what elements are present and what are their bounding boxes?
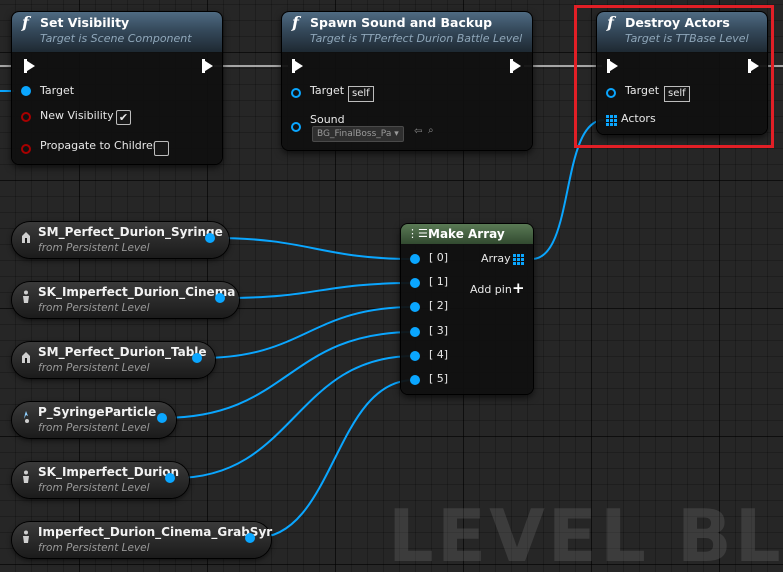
skeletal-mesh-actor-icon xyxy=(23,290,29,303)
array-to-actors-wire xyxy=(531,119,605,260)
actor-name: SM_Perfect_Durion_Table xyxy=(38,345,207,359)
ref-wire-4 xyxy=(174,355,415,479)
exec-in-pin[interactable] xyxy=(24,59,35,73)
actor-source-level: from Persistent Level xyxy=(38,422,150,434)
actor-source-level: from Persistent Level xyxy=(38,542,150,554)
actor-name: SM_Perfect_Durion_Syringe xyxy=(38,225,223,239)
propagate-checkbox[interactable] xyxy=(154,141,169,156)
node-title: Make Array xyxy=(428,227,505,241)
array-element-pin[interactable] xyxy=(410,278,420,288)
actor-source-level: from Persistent Level xyxy=(38,302,150,314)
actor-source-level: from Persistent Level xyxy=(38,242,150,254)
node-subtitle: Target is TTBase Level xyxy=(625,32,749,45)
node-title: Destroy Actors xyxy=(625,15,730,30)
actor-name: P_SyringeParticle xyxy=(38,405,157,419)
array-element-pin[interactable] xyxy=(410,327,420,337)
exec-in-pin[interactable] xyxy=(292,59,303,73)
ref-wire-0 xyxy=(213,237,415,260)
skeletal-mesh-actor-icon xyxy=(23,470,29,483)
sound-pin-label: Sound xyxy=(310,113,345,126)
array-element-pin[interactable] xyxy=(410,254,420,264)
actor-output-pin[interactable] xyxy=(165,473,175,483)
static-mesh-actor-icon xyxy=(22,232,30,243)
particle-actor-icon xyxy=(24,411,29,423)
node-subtitle: Target is TTPerfect Durion Battle Level xyxy=(310,32,523,45)
ref-wire-2 xyxy=(200,306,415,359)
actor-reference-node[interactable]: P_SyringeParticle from Persistent Level xyxy=(12,402,176,438)
array-element-pin[interactable] xyxy=(410,351,420,361)
new-visibility-label: New Visibility xyxy=(40,109,114,122)
actor-reference-node[interactable]: SM_Perfect_Durion_Syringe from Persisten… xyxy=(12,222,229,258)
target-pin[interactable] xyxy=(291,88,301,98)
array-output-pin[interactable] xyxy=(513,254,524,265)
array-element-pin[interactable] xyxy=(410,302,420,312)
actors-array-pin[interactable] xyxy=(606,115,617,126)
propagate-label: Propagate to Children xyxy=(40,139,160,152)
skeletal-mesh-actor-icon xyxy=(23,530,29,543)
actor-source-level: from Persistent Level xyxy=(38,482,150,494)
ref-wire-5 xyxy=(254,379,415,539)
array-element-label: [ 3] xyxy=(429,324,449,337)
sound-asset-dropdown[interactable]: BG_FinalBoss_Pa ▾ xyxy=(312,126,404,142)
destroy-actors-node[interactable]: f Destroy Actors Target is TTBase Level … xyxy=(597,12,767,134)
array-element-pin[interactable] xyxy=(410,375,420,385)
blueprint-graph-canvas[interactable]: LEVEL BLUEPRINT f Set Visibility Target … xyxy=(0,0,783,572)
array-element-label: [ 0] xyxy=(429,251,449,264)
actor-output-pin[interactable] xyxy=(192,353,202,363)
propagate-pin[interactable] xyxy=(21,144,31,154)
new-visibility-pin[interactable] xyxy=(21,112,31,122)
exec-out-pin[interactable] xyxy=(510,59,521,73)
ref-wire-1 xyxy=(223,282,415,299)
make-array-node[interactable]: ⋮☰ Make Array [ 0] [ 1] [ 2] [ 3] [ 4] [… xyxy=(401,224,533,394)
browse-asset-icon[interactable]: ⌕ xyxy=(428,125,434,136)
array-element-label: [ 1] xyxy=(429,275,449,288)
target-self-field[interactable]: self xyxy=(348,86,374,102)
array-output-label: Array xyxy=(481,252,511,265)
actor-name: SK_Imperfect_Durion xyxy=(38,465,180,479)
exec-out-pin[interactable] xyxy=(748,59,759,73)
actor-reference-node[interactable]: SK_Imperfect_Durion from Persistent Leve… xyxy=(12,462,189,498)
target-pin[interactable] xyxy=(606,88,616,98)
actor-reference-node[interactable]: SM_Perfect_Durion_Table from Persistent … xyxy=(12,342,215,378)
actors-pin-label: Actors xyxy=(621,112,656,125)
function-icon: f xyxy=(607,13,614,32)
actor-name: Imperfect_Durion_Cinema_GrabSyr xyxy=(38,525,273,539)
function-icon: f xyxy=(292,13,299,32)
exec-in-pin[interactable] xyxy=(607,59,618,73)
actor-reference-node[interactable]: Imperfect_Durion_Cinema_GrabSyr from Per… xyxy=(12,522,273,558)
actor-reference-node[interactable]: SK_Imperfect_Durion_Cinema from Persiste… xyxy=(12,282,239,318)
actor-output-pin[interactable] xyxy=(245,533,255,543)
target-pin-label: Target xyxy=(40,84,75,97)
sound-asset-value: BG_FinalBoss_Pa xyxy=(317,129,392,139)
target-self-field[interactable]: self xyxy=(664,86,690,102)
node-title: Set Visibility xyxy=(40,15,130,30)
static-mesh-actor-icon xyxy=(22,352,30,363)
add-pin-label: Add pin xyxy=(470,283,512,296)
spawn-sound-node[interactable]: f Spawn Sound and Backup Target is TTPer… xyxy=(282,12,532,150)
actor-output-pin[interactable] xyxy=(215,293,225,303)
add-pin-button[interactable]: + xyxy=(512,279,525,297)
make-array-icon: ⋮☰ xyxy=(407,227,428,240)
chevron-down-icon: ▾ xyxy=(394,129,399,139)
array-element-label: [ 4] xyxy=(429,348,449,361)
node-title: Spawn Sound and Backup xyxy=(310,15,493,30)
exec-out-pin[interactable] xyxy=(202,59,213,73)
new-visibility-checkbox[interactable]: ✔ xyxy=(116,110,131,125)
array-element-label: [ 5] xyxy=(429,372,449,385)
target-pin-label: Target xyxy=(310,84,345,97)
target-pin-label: Target xyxy=(625,84,660,97)
actor-name: SK_Imperfect_Durion_Cinema xyxy=(38,285,236,299)
use-selected-asset-icon[interactable]: ⇦ xyxy=(414,126,422,137)
node-subtitle: Target is Scene Component xyxy=(40,32,192,45)
set-visibility-node[interactable]: f Set Visibility Target is Scene Compone… xyxy=(12,12,222,164)
sound-pin[interactable] xyxy=(291,122,301,132)
function-icon: f xyxy=(22,13,29,32)
array-element-label: [ 2] xyxy=(429,299,449,312)
target-pin[interactable] xyxy=(21,86,31,96)
actor-source-level: from Persistent Level xyxy=(38,362,150,374)
actor-output-pin[interactable] xyxy=(205,233,215,243)
actor-output-pin[interactable] xyxy=(157,413,167,423)
